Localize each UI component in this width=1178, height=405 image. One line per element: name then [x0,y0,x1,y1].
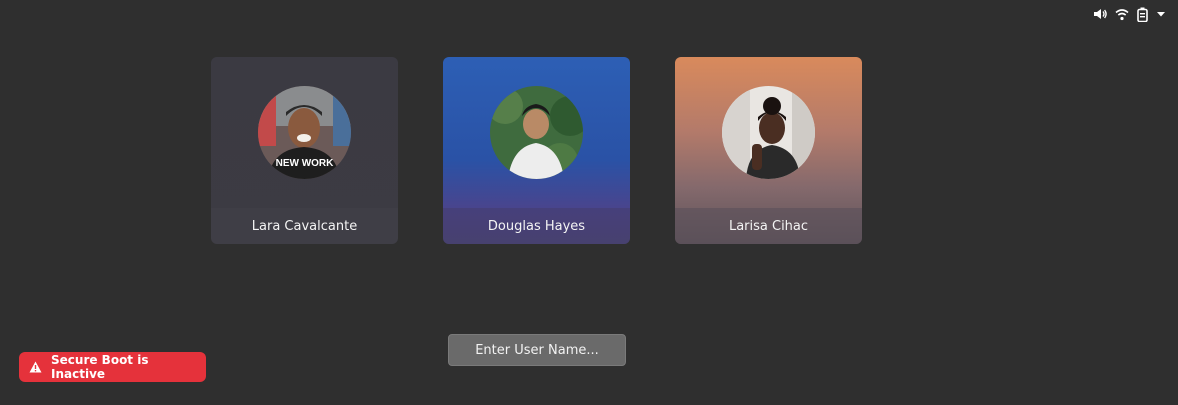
user-name: Lara Cavalcante [251,218,358,234]
user-card-lara-cavalcante[interactable]: NEW WORK Lara Cavalcante [211,57,398,244]
secure-boot-label: Secure Boot is Inactive [51,353,149,381]
avatar-shirt-text: NEW WORK [276,158,335,169]
user-name: Larisa Cihac [675,208,862,244]
user-name: Douglas Hayes [443,208,630,244]
warning-icon [29,361,42,373]
battery-icon[interactable] [1137,7,1148,22]
volume-icon[interactable] [1093,8,1107,20]
dropdown-arrow-icon[interactable] [1156,10,1166,18]
user-list: NEW WORK Lara Cavalcante Douglas Hayes L… [211,57,862,244]
avatar: NEW WORK [258,86,351,179]
secure-boot-warning[interactable]: Secure Boot is Inactive [19,352,206,382]
user-card-douglas-hayes[interactable]: Douglas Hayes [443,57,630,244]
avatar [490,86,583,179]
wifi-icon[interactable] [1115,8,1129,21]
system-tray[interactable] [1093,6,1166,22]
enter-username-button[interactable]: Enter User Name... [448,334,626,366]
avatar [722,86,815,179]
user-card-larisa-cihac[interactable]: Larisa Cihac [675,57,862,244]
